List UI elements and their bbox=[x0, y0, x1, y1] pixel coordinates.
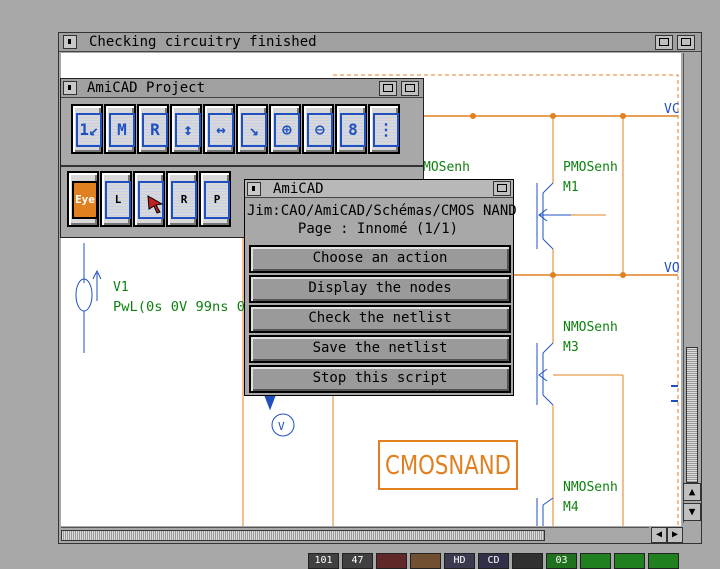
voltmeter-label: V bbox=[278, 420, 285, 433]
load-disk-icon: L bbox=[105, 181, 131, 219]
number-one-tool-icon: 1↙ bbox=[76, 113, 102, 147]
scroll-right-arrow[interactable]: ▶ bbox=[667, 527, 683, 543]
project-window-titlebar[interactable]: AmiCAD Project bbox=[61, 79, 423, 98]
dotted-list-icon: ⋮ bbox=[373, 113, 399, 147]
toolbar2-button-5[interactable]: P bbox=[199, 171, 231, 227]
m1-label: M1 bbox=[563, 180, 579, 195]
scroll-up-arrow[interactable]: ▲ bbox=[683, 483, 701, 501]
print-icon: P bbox=[204, 181, 230, 219]
status-cell-5: HD bbox=[444, 553, 475, 569]
revert-disk-icon: R bbox=[171, 181, 197, 219]
vc-node-1 bbox=[470, 113, 476, 119]
zoom-in-icon: ⊕ bbox=[274, 113, 300, 147]
dialog-path-text: Jim:CAO/AmiCAD/Schémas/CMOS NAND bbox=[247, 203, 517, 219]
toolbar-button-5[interactable]: ↔ bbox=[203, 104, 235, 154]
project-close-gadget[interactable] bbox=[63, 81, 77, 95]
horizontal-scrollbar[interactable] bbox=[61, 527, 649, 542]
horizontal-scroll-knob[interactable] bbox=[61, 530, 545, 541]
toolbar-button-4[interactable]: ↕ bbox=[170, 104, 202, 154]
toolbar2-button-2[interactable]: L bbox=[100, 171, 132, 227]
voltage-source-v1 bbox=[75, 243, 102, 353]
project-window-title: AmiCAD Project bbox=[87, 80, 206, 96]
scroll-down-arrow[interactable]: ▼ bbox=[683, 503, 701, 521]
vc-label: VC bbox=[664, 102, 680, 117]
main-window-title: Checking circuitry finished bbox=[89, 34, 317, 50]
dialog-page-text: Page : Innomé (1/1) bbox=[297, 221, 459, 237]
vertical-scrollbar[interactable] bbox=[683, 53, 700, 523]
horizontal-arrows-icon: ↔ bbox=[208, 113, 234, 147]
nmos-low-label: NMOSenh bbox=[563, 480, 618, 495]
nmos-mid-label: NMOSenh bbox=[563, 320, 618, 335]
cmosnand-label: CMOSNAND bbox=[385, 451, 511, 481]
vertical-scroll-knob[interactable] bbox=[686, 347, 698, 483]
save-netlist-button[interactable]: Save the netlist bbox=[249, 335, 511, 363]
project-depth-gadget[interactable] bbox=[401, 81, 419, 96]
toolbar-button-7[interactable]: ⊕ bbox=[269, 104, 301, 154]
status-cell-9 bbox=[580, 553, 611, 569]
v1-label: V1 bbox=[113, 280, 129, 295]
status-cell-1: 101 bbox=[308, 553, 339, 569]
pmos-right-label: PMOSenh bbox=[563, 160, 618, 175]
dialog-title: AmiCAD bbox=[273, 181, 324, 197]
status-cell-3 bbox=[376, 553, 407, 569]
vertical-arrows-icon: ↕ bbox=[175, 113, 201, 147]
check-netlist-button[interactable]: Check the netlist bbox=[249, 305, 511, 333]
pmos-left-label: MOSenh bbox=[423, 160, 470, 175]
toolbar-divider bbox=[61, 165, 423, 167]
eye-tool-icon: Eye bbox=[72, 181, 98, 219]
toolbar2-button-4[interactable]: R bbox=[166, 171, 198, 227]
zoom-out-icon: ⊖ bbox=[307, 113, 333, 147]
select-area-icon: ↘ bbox=[241, 113, 267, 147]
toolbar-button-9[interactable]: 8 bbox=[335, 104, 367, 154]
main-zoom-gadget[interactable] bbox=[655, 35, 673, 50]
status-cell-4 bbox=[410, 553, 441, 569]
mouse-pointer-icon bbox=[146, 194, 166, 218]
project-zoom-gadget[interactable] bbox=[379, 81, 397, 96]
m-tool-icon: M bbox=[109, 113, 135, 147]
dialog-close-gadget[interactable] bbox=[247, 182, 261, 196]
r-tool-icon: R bbox=[142, 113, 168, 147]
dialog-titlebar[interactable]: AmiCAD bbox=[245, 180, 513, 198]
status-cell-10 bbox=[614, 553, 645, 569]
status-cell-2: 47 bbox=[342, 553, 373, 569]
status-cell-8: 03 bbox=[546, 553, 577, 569]
component-tool-icon: 8 bbox=[340, 113, 366, 147]
stop-script-button[interactable]: Stop this script bbox=[249, 365, 511, 393]
toolbar2-button-1[interactable]: Eye bbox=[67, 171, 99, 227]
m4-label: M4 bbox=[563, 500, 579, 515]
toolbar-button-10[interactable]: ⋮ bbox=[368, 104, 400, 154]
toolbar-button-2[interactable]: M bbox=[104, 104, 136, 154]
status-cell-11 bbox=[648, 553, 679, 569]
toolbar-button-1[interactable]: 1↙ bbox=[71, 104, 103, 154]
m3-label: M3 bbox=[563, 340, 579, 355]
choose-action-button[interactable]: Choose an action bbox=[249, 245, 511, 273]
dialog-depth-gadget[interactable] bbox=[493, 181, 511, 196]
main-window-titlebar[interactable]: Checking circuitry finished bbox=[59, 33, 701, 52]
vo-label: VO bbox=[664, 261, 680, 276]
toolbar-button-3[interactable]: R bbox=[137, 104, 169, 154]
display-nodes-button[interactable]: Display the nodes bbox=[249, 275, 511, 303]
status-cell-6: CD bbox=[478, 553, 509, 569]
toolbar-row-1: 1↙ M R ↕ ↔ ↘ ⊕ ⊖ 8 ⋮ bbox=[61, 101, 423, 163]
main-close-gadget[interactable] bbox=[63, 35, 77, 49]
main-depth-gadget[interactable] bbox=[677, 35, 695, 50]
scroll-left-arrow[interactable]: ◀ bbox=[651, 527, 667, 543]
pwl-label: PwL(0s 0V 99ns 0 bbox=[113, 300, 245, 315]
toolbar-button-8[interactable]: ⊖ bbox=[302, 104, 334, 154]
transistor-m4 bbox=[536, 497, 554, 526]
status-cell-7 bbox=[512, 553, 543, 569]
toolbar-button-6[interactable]: ↘ bbox=[236, 104, 268, 154]
transistor-m3 bbox=[536, 342, 554, 406]
